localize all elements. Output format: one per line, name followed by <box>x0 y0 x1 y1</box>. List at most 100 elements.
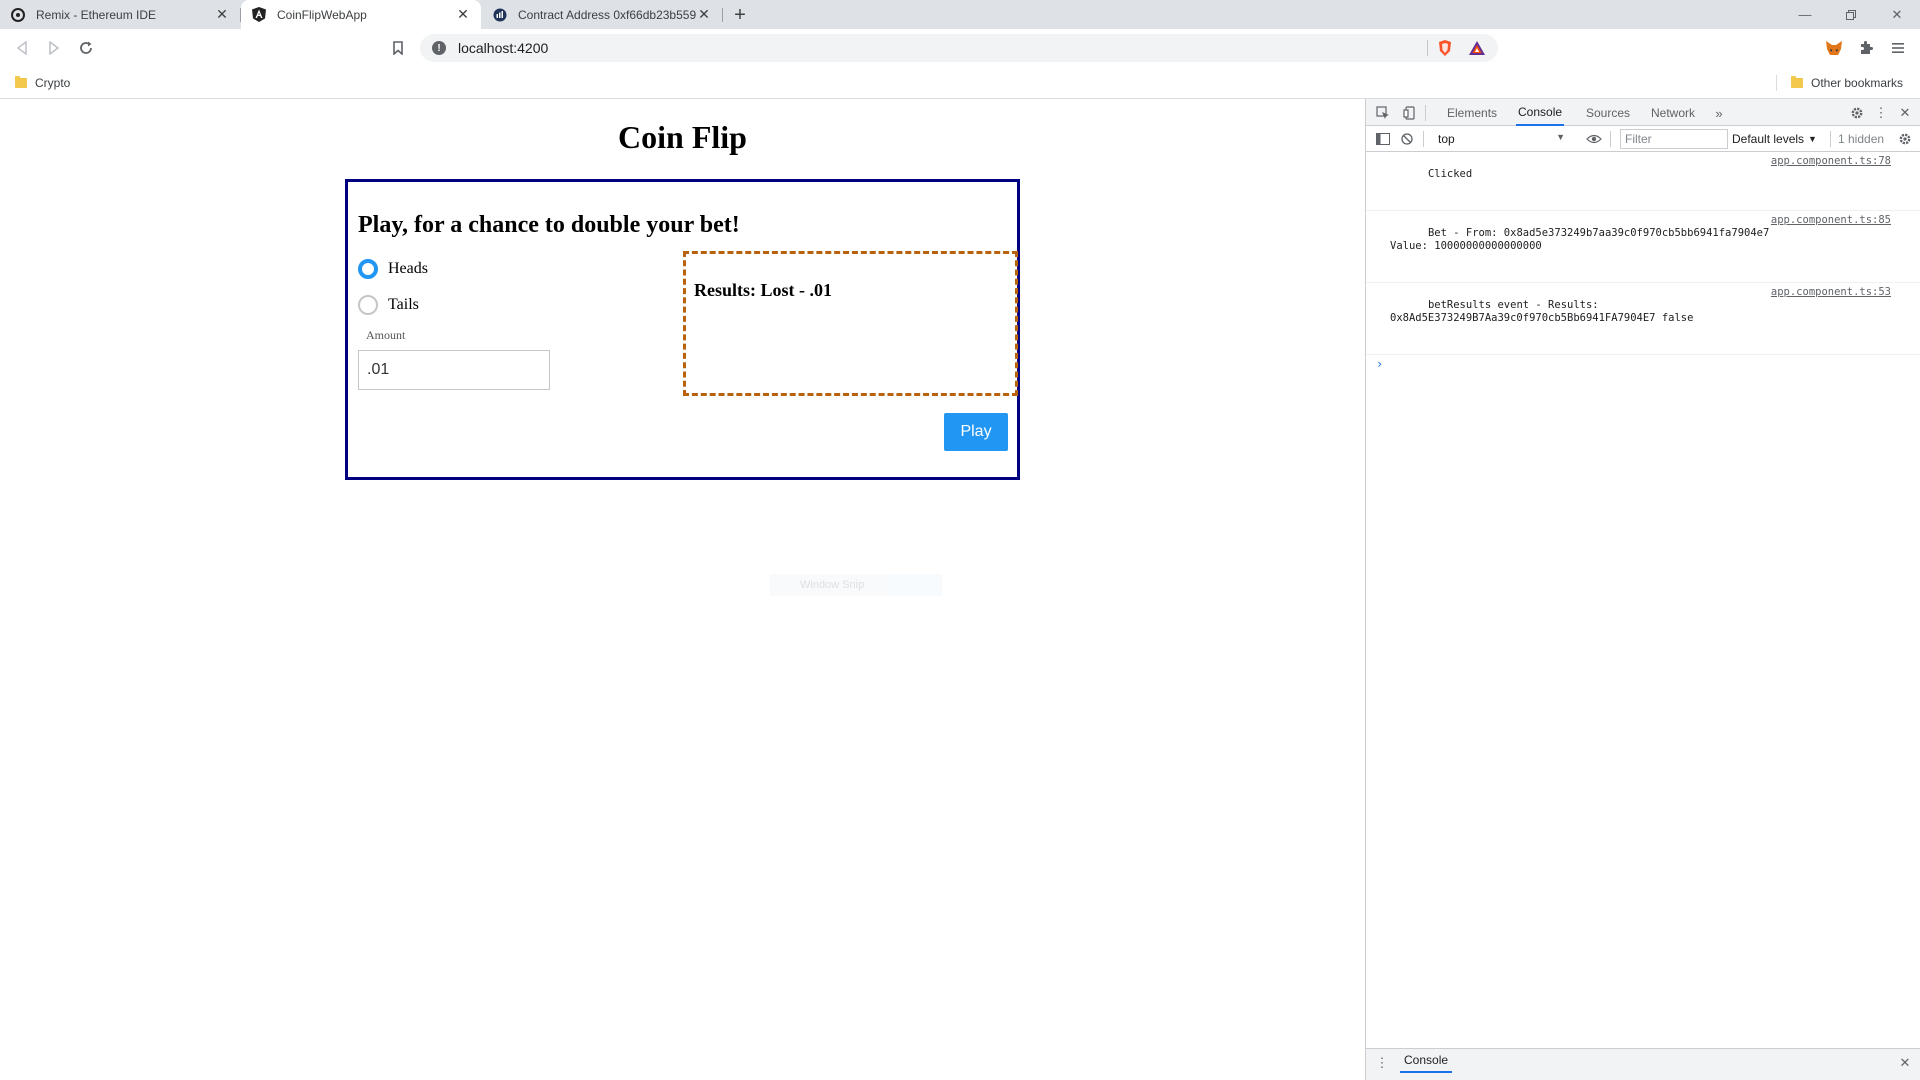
dropdown-arrow-icon: ▼ <box>1556 132 1565 142</box>
radio-heads[interactable]: Heads <box>358 257 428 281</box>
close-devtools-icon[interactable]: ✕ <box>1895 103 1915 123</box>
tab-strip: Remix - Ethereum IDE ✕ CoinFlipWebApp ✕ … <box>0 0 1920 29</box>
card-heading: Play, for a chance to double your bet! <box>358 212 740 238</box>
address-bar[interactable]: ! localhost:4200 <box>420 34 1498 62</box>
bookmark-folder-crypto[interactable]: Crypto <box>15 73 70 93</box>
console-toolbar: top ▼ Filter Default levels ▼ 1 hidden <box>1366 126 1920 152</box>
console-settings-gear-icon[interactable] <box>1895 129 1915 149</box>
folder-icon <box>1791 76 1803 88</box>
game-card: Play, for a chance to double your bet! H… <box>345 179 1020 480</box>
folder-icon <box>15 76 27 88</box>
devtools-tab-network[interactable]: Network <box>1649 99 1697 126</box>
url-text: localhost:4200 <box>458 40 549 56</box>
close-window-icon[interactable]: ✕ <box>1874 0 1920 29</box>
tab-title: Remix - Ethereum IDE <box>36 7 157 22</box>
console-message-source-link[interactable]: app.component.ts:53 <box>1771 286 1891 299</box>
restore-icon[interactable] <box>1828 0 1874 29</box>
log-levels-dropdown[interactable]: Default levels ▼ <box>1732 129 1817 149</box>
brave-rewards-icon[interactable] <box>1468 39 1486 57</box>
site-info-icon[interactable]: ! <box>432 41 446 55</box>
hidden-messages-count[interactable]: 1 hidden <box>1838 129 1884 149</box>
omnibox-divider <box>1427 40 1428 56</box>
device-toolbar-icon[interactable] <box>1399 103 1419 123</box>
close-drawer-icon[interactable]: ✕ <box>1895 1053 1915 1073</box>
context-selector[interactable]: top ▼ <box>1434 129 1569 149</box>
amount-label: Amount <box>366 328 406 342</box>
bookmarks-bar: Crypto Other bookmarks <box>0 67 1920 99</box>
console-message-text: Clicked <box>1427 168 1473 180</box>
bookmark-label: Crypto <box>35 76 71 90</box>
tab-title: CoinFlipWebApp <box>277 7 367 22</box>
etherscan-logo-icon <box>492 7 508 23</box>
reload-icon[interactable] <box>72 34 100 62</box>
clear-console-icon[interactable] <box>1397 129 1417 149</box>
results-box: Results: Lost - .01 <box>683 251 1018 396</box>
page-title: Coin Flip <box>618 119 747 155</box>
console-message-text: Bet - From: 0x8ad5e373249b7aa39c0f970cb5… <box>1390 227 1770 252</box>
inspect-element-icon[interactable] <box>1373 103 1393 123</box>
forward-icon[interactable] <box>40 34 68 62</box>
devtools-tab-console[interactable]: Console <box>1516 99 1565 126</box>
devtools-separator <box>1830 131 1831 147</box>
remix-logo-icon <box>10 7 26 23</box>
console-message-source-link[interactable]: app.component.ts:85 <box>1771 214 1891 227</box>
tab-coinflip[interactable]: CoinFlipWebApp ✕ <box>241 0 481 29</box>
browser-toolbar: ! localhost:4200 <box>0 29 1920 67</box>
angular-logo-icon <box>251 7 267 23</box>
bookmark-folder-other[interactable]: Other bookmarks <box>1791 73 1903 93</box>
tab-remix[interactable]: Remix - Ethereum IDE ✕ <box>0 0 240 29</box>
console-message: betResults event - Results: 0x8Ad5E37324… <box>1366 283 1920 355</box>
devtools-tab-sources[interactable]: Sources <box>1584 99 1632 126</box>
bookmark-icon[interactable] <box>384 34 412 62</box>
devtools-tab-elements[interactable]: Elements <box>1445 99 1499 126</box>
devtools-separator <box>1423 131 1424 147</box>
console-filter-input[interactable]: Filter <box>1620 129 1728 149</box>
play-button[interactable]: Play <box>944 413 1008 451</box>
metamask-icon[interactable] <box>1820 34 1848 62</box>
brave-shields-icon[interactable] <box>1436 39 1454 57</box>
settings-gear-icon[interactable] <box>1847 103 1867 123</box>
radio-tails[interactable]: Tails <box>358 293 419 317</box>
results-text: Results: Lost - .01 <box>694 280 832 300</box>
amount-input[interactable] <box>358 350 550 390</box>
bookmark-label: Other bookmarks <box>1811 76 1904 90</box>
devtools-tab-bar: Elements Console Sources Network » ⋮ ✕ <box>1366 99 1920 126</box>
devtools-panel: Elements Console Sources Network » ⋮ ✕ t… <box>1365 99 1920 1080</box>
new-tab-button[interactable]: + <box>728 3 752 27</box>
devtools-separator <box>1425 105 1426 121</box>
menu-icon[interactable] <box>1884 34 1912 62</box>
console-output: Clicked app.component.ts:78 Bet - From: … <box>1366 152 1920 1048</box>
drawer-tab-console[interactable]: Console <box>1400 1049 1453 1073</box>
sidebar-toggle-icon[interactable] <box>1373 129 1393 149</box>
window-snip-ghost: Window Snip <box>770 574 942 596</box>
prompt-chevron-icon: › <box>1376 357 1384 371</box>
console-message: Bet - From: 0x8ad5e373249b7aa39c0f970cb5… <box>1366 211 1920 283</box>
close-icon[interactable]: ✕ <box>455 6 471 23</box>
more-tabs-icon[interactable]: » <box>1709 103 1729 123</box>
tab-title: Contract Address 0xf66db23b559e <box>518 7 696 22</box>
radio-button[interactable] <box>358 295 378 315</box>
drawer-menu-icon[interactable]: ⋮ <box>1372 1053 1392 1073</box>
console-message-text: betResults event - Results: 0x8Ad5E37324… <box>1390 299 1694 324</box>
console-message-source-link[interactable]: app.component.ts:78 <box>1771 155 1891 168</box>
levels-label: Default levels <box>1732 132 1805 146</box>
minimize-icon[interactable]: — <box>1782 0 1828 29</box>
close-icon[interactable]: ✕ <box>696 6 712 23</box>
kebab-menu-icon[interactable]: ⋮ <box>1871 103 1891 123</box>
tab-separator <box>722 8 723 22</box>
devtools-drawer: ⋮ Console ✕ <box>1366 1048 1920 1080</box>
live-expression-eye-icon[interactable] <box>1584 129 1604 149</box>
console-message: Clicked app.component.ts:78 <box>1366 152 1920 211</box>
bookmarks-separator <box>1776 75 1777 91</box>
radio-label: Heads <box>388 260 428 277</box>
radio-button-checked[interactable] <box>358 259 378 279</box>
page-viewport: Coin Flip Play, for a chance to double y… <box>0 99 1365 1080</box>
radio-label: Tails <box>388 296 419 313</box>
back-icon[interactable] <box>8 34 36 62</box>
devtools-separator <box>1610 131 1611 147</box>
tab-contract-address[interactable]: Contract Address 0xf66db23b559e ✕ <box>482 0 722 29</box>
console-prompt[interactable]: › <box>1366 355 1920 373</box>
extensions-icon[interactable] <box>1852 34 1880 62</box>
dropdown-arrow-icon: ▼ <box>1808 134 1817 144</box>
close-icon[interactable]: ✕ <box>214 6 230 23</box>
